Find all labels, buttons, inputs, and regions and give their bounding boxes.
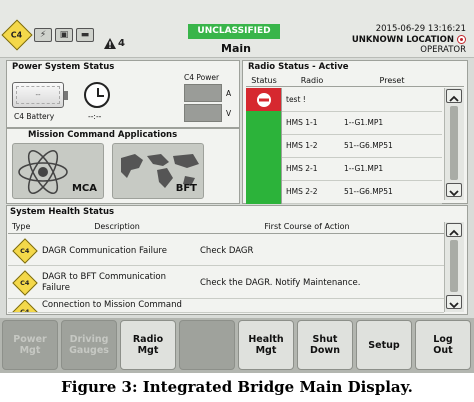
battery-label: C4 Battery bbox=[14, 112, 55, 121]
health-table-header: Type Description First Course of Action bbox=[8, 222, 444, 234]
radio-preset: 51--G6.MP51 bbox=[344, 187, 393, 196]
radio-scroll-down-button[interactable] bbox=[446, 183, 462, 197]
datetime: 2015-06-29 13:16:21 bbox=[375, 24, 466, 34]
main-display: C4 ⚡ ▣ ▬ 4 UNCLASSIFIED Main 2015-06-29 … bbox=[0, 0, 474, 373]
health-scrollbar[interactable] bbox=[444, 222, 464, 312]
health-col-action: First Course of Action bbox=[264, 222, 350, 231]
radio-scroll-thumb[interactable] bbox=[450, 106, 458, 180]
c4-logo-icon: C4 bbox=[1, 19, 33, 51]
radio-name: test ! bbox=[286, 95, 306, 104]
alert-indicator[interactable]: 4 bbox=[104, 38, 125, 49]
header-bar: C4 ⚡ ▣ ▬ 4 UNCLASSIFIED Main 2015-06-29 … bbox=[0, 0, 474, 58]
radio-row[interactable]: HMS 1-2 51--G6.MP51 bbox=[246, 133, 442, 158]
volt-unit: V bbox=[226, 109, 232, 118]
location: UNKNOWN LOCATION bbox=[351, 34, 454, 45]
radio-name: HMS 2-1 bbox=[286, 164, 318, 173]
battery-icon[interactable]: -- bbox=[12, 82, 68, 108]
radio-table-header: Status Radio Preset bbox=[246, 75, 464, 87]
radio-scrollbar[interactable] bbox=[444, 88, 464, 200]
bft-label: BFT bbox=[175, 183, 197, 194]
health-row[interactable]: C4 DAGR to BFT Communication Failure Che… bbox=[8, 267, 444, 299]
health-description: DAGR Communication Failure bbox=[42, 245, 167, 256]
radio-status-indicator bbox=[246, 133, 282, 158]
setup-button[interactable]: Setup bbox=[356, 320, 412, 370]
status-icons: C4 ⚡ ▣ ▬ bbox=[1, 19, 94, 51]
chevron-up-icon bbox=[449, 95, 459, 102]
health-scroll-thumb[interactable] bbox=[450, 240, 458, 292]
radio-mgt-button[interactable]: Radio Mgt bbox=[120, 320, 176, 370]
mca-label: MCA bbox=[71, 183, 97, 194]
page-title: Main bbox=[221, 42, 251, 55]
health-description: Connection to Mission Command bbox=[42, 300, 182, 310]
mission-panel-title: Mission Command Applications bbox=[28, 130, 178, 140]
voltage-readout bbox=[184, 104, 222, 122]
chevron-down-icon bbox=[449, 302, 459, 309]
radio-status-indicator bbox=[246, 179, 282, 204]
radio-name: HMS 1-2 bbox=[286, 141, 318, 150]
c4-type-icon: C4 bbox=[12, 300, 38, 312]
radio-status-indicator bbox=[246, 110, 282, 135]
log-out-button[interactable]: Log Out bbox=[415, 320, 471, 370]
radio-preset: 1--G1.MP1 bbox=[344, 164, 384, 173]
health-panel-title: System Health Status bbox=[10, 207, 115, 217]
power-mgt-button[interactable]: Power Mgt bbox=[2, 320, 58, 370]
classification-banner: UNCLASSIFIED bbox=[188, 24, 280, 39]
radio-row[interactable]: HMS 2-2 51--G6.MP51 bbox=[246, 179, 442, 204]
c4-power-label: C4 Power bbox=[184, 73, 220, 82]
power-panel-title: Power System Status bbox=[12, 62, 115, 72]
health-row[interactable]: C4 DAGR Communication Failure Check DAGR bbox=[8, 236, 444, 266]
c4-type-icon: C4 bbox=[12, 269, 38, 296]
mca-app-button[interactable]: MCA bbox=[12, 143, 104, 199]
radio-row[interactable]: test ! bbox=[246, 87, 442, 112]
radio-row[interactable]: HMS 1-1 1--G1.MP1 bbox=[246, 110, 442, 135]
radio-error-icon bbox=[257, 92, 271, 107]
header-info: 2015-06-29 13:16:21 UNKNOWN LOCATION OPE… bbox=[352, 24, 466, 56]
blank-button[interactable] bbox=[179, 320, 235, 370]
bft-app-button[interactable]: BFT bbox=[112, 143, 204, 199]
health-action: Check DAGR bbox=[200, 245, 254, 256]
radio-preset: 1--G1.MP1 bbox=[344, 118, 384, 127]
health-col-description: Description bbox=[94, 222, 140, 231]
radio-col-preset: Preset bbox=[379, 76, 405, 85]
warning-icon bbox=[104, 38, 116, 49]
chevron-down-icon bbox=[449, 190, 459, 197]
alert-count: 4 bbox=[118, 38, 125, 49]
health-scroll-up-button[interactable] bbox=[446, 223, 462, 237]
vehicle-icon: ▬ bbox=[76, 28, 94, 42]
radio-status-indicator bbox=[246, 87, 282, 112]
health-action: Check the DAGR. Notify Maintenance. bbox=[200, 277, 361, 288]
radio-name: HMS 2-2 bbox=[286, 187, 318, 196]
health-row[interactable]: C4 Connection to Mission Command bbox=[8, 300, 444, 313]
amperage-readout bbox=[184, 84, 222, 102]
radio-preset: 51--G6.MP51 bbox=[344, 141, 393, 150]
health-col-type: Type bbox=[12, 222, 31, 231]
clock-icon bbox=[84, 82, 110, 108]
figure-caption: Figure 3: Integrated Bridge Main Display… bbox=[61, 378, 413, 396]
radio-panel-title: Radio Status - Active bbox=[248, 62, 349, 72]
record-icon bbox=[457, 35, 466, 45]
camera-icon: ▣ bbox=[55, 28, 73, 42]
driving-gauges-button[interactable]: Driving Gauges bbox=[61, 320, 117, 370]
user-role: OPERATOR bbox=[420, 45, 466, 55]
radio-status-indicator bbox=[246, 156, 282, 181]
radio-name: HMS 1-1 bbox=[286, 118, 318, 127]
c4-type-icon: C4 bbox=[12, 237, 38, 264]
time-value: --:-- bbox=[88, 112, 102, 121]
health-description: DAGR to BFT Communication Failure bbox=[42, 271, 166, 293]
radio-col-status: Status bbox=[251, 76, 277, 85]
radio-scroll-up-button[interactable] bbox=[446, 89, 462, 103]
radio-col-radio: Radio bbox=[300, 76, 324, 85]
amp-unit: A bbox=[226, 89, 232, 98]
health-scroll-down-button[interactable] bbox=[446, 295, 462, 309]
radio-row[interactable]: HMS 2-1 1--G1.MP1 bbox=[246, 156, 442, 181]
chevron-up-icon bbox=[449, 229, 459, 236]
health-mgt-button[interactable]: Health Mgt bbox=[238, 320, 294, 370]
shut-down-button[interactable]: Shut Down bbox=[297, 320, 353, 370]
plug-icon: ⚡ bbox=[34, 28, 52, 42]
